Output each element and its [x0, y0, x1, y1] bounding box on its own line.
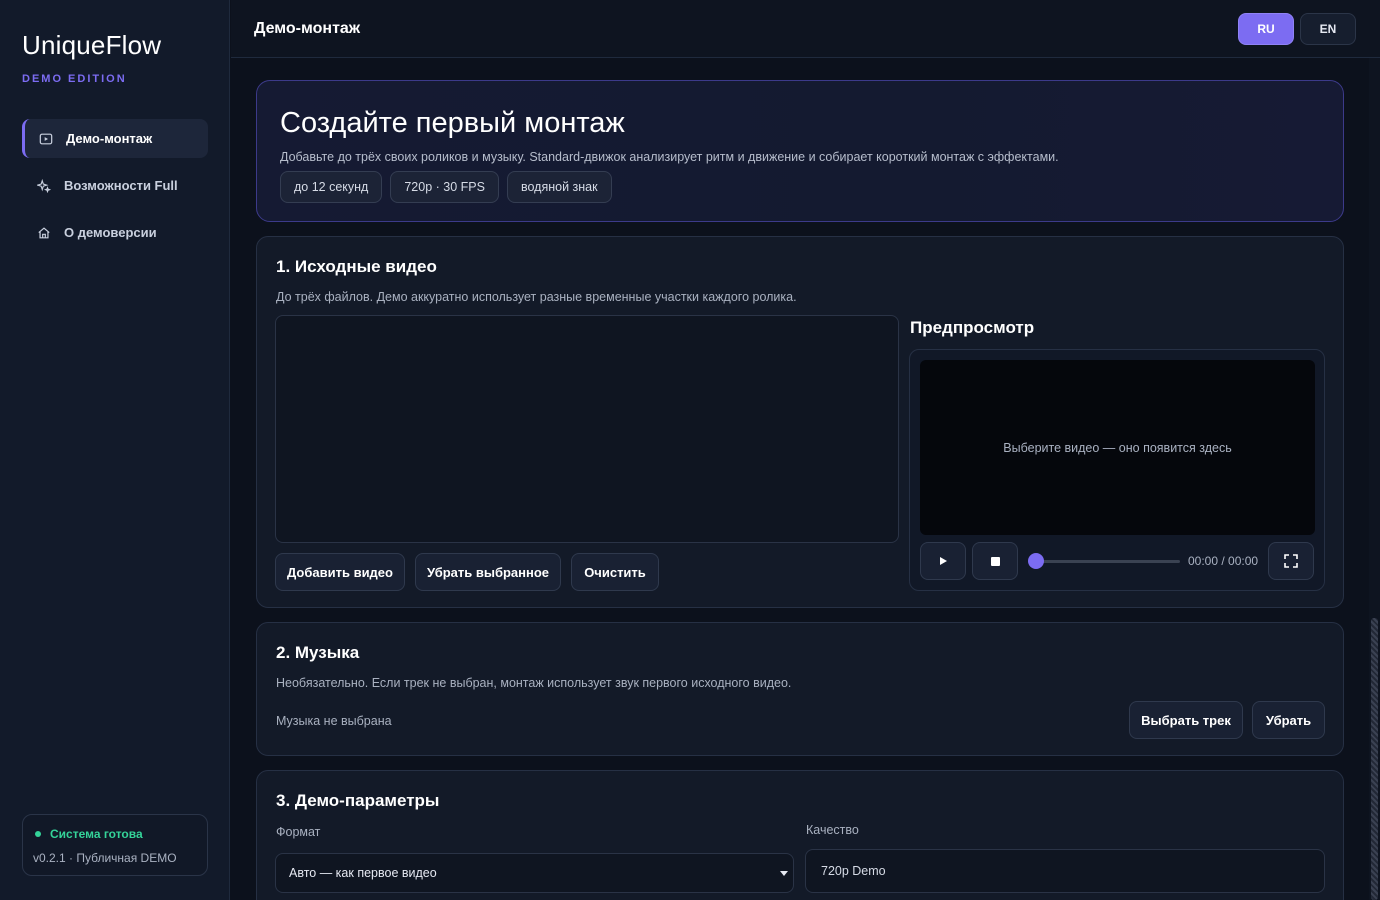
fullscreen-icon — [1284, 554, 1298, 568]
video-preview: Выберите видео — оно появится здесь 00:0… — [909, 349, 1325, 591]
stop-icon — [990, 556, 1000, 566]
choose-track-button[interactable]: Выбрать трек — [1129, 701, 1243, 739]
sidebar-item-label: Возможности Full — [64, 178, 178, 193]
sidebar-item-label: Демо-монтаж — [66, 131, 153, 146]
video-viewport[interactable]: Выберите видео — оно появится здесь — [920, 360, 1315, 535]
format-label: Формат — [276, 825, 321, 839]
hero-description: Добавьте до трёх своих роликов и музыку.… — [280, 150, 1059, 164]
system-status: Система готова — [33, 827, 197, 841]
sidebar-item-about-demo[interactable]: О демоверсии — [22, 213, 208, 252]
brand-edition: DEMO EDITION — [22, 73, 127, 85]
sidebar: UniqueFlow DEMO EDITION Демо-монтаж Возм… — [0, 0, 230, 900]
format-select[interactable]: Авто — как первое видео — [275, 853, 794, 893]
play-button[interactable] — [920, 542, 966, 580]
sidebar-item-demo-montage[interactable]: Демо-монтаж — [22, 119, 208, 158]
brand-name: UniqueFlow — [22, 30, 162, 60]
lang-en-button[interactable]: EN — [1300, 13, 1356, 45]
scrollbar-thumb[interactable] — [1371, 618, 1378, 900]
chip-resolution: 720p · 30 FPS — [390, 171, 499, 203]
format-value: Авто — как первое видео — [289, 866, 437, 880]
quality-field: 720p Demo — [805, 849, 1325, 893]
demo-params-card: 3. Демо-параметры Формат Авто — как перв… — [256, 770, 1344, 900]
demo-params-title: 3. Демо-параметры — [276, 791, 440, 810]
quality-label: Качество — [806, 823, 859, 837]
system-status-card: Система готова v0.2.1 · Публичная DEMO — [22, 814, 208, 876]
lang-ru-button[interactable]: RU — [1238, 13, 1294, 45]
music-description: Необязательно. Если трек не выбран, монт… — [276, 676, 792, 690]
music-status: Музыка не выбрана — [276, 714, 392, 728]
page-title: Демо-монтаж — [254, 20, 361, 37]
clear-button[interactable]: Очистить — [571, 553, 659, 591]
hero-chips: до 12 секунд 720p · 30 FPS водяной знак — [280, 171, 612, 203]
home-icon — [36, 225, 52, 241]
add-video-button[interactable]: Добавить видео — [275, 553, 405, 591]
remove-track-button[interactable]: Убрать — [1252, 701, 1325, 739]
preview-placeholder: Выберите видео — оно появится здесь — [1003, 440, 1232, 455]
sparkles-icon — [36, 178, 52, 194]
play-icon — [940, 557, 947, 565]
preview-title: Предпросмотр — [910, 318, 1035, 337]
hero-title: Создайте первый монтаж — [280, 107, 625, 139]
chevron-down-icon — [780, 871, 788, 876]
version-text: v0.2.1 · Публичная DEMO — [33, 851, 177, 865]
source-videos-title: 1. Исходные видео — [276, 257, 437, 276]
remove-selected-button[interactable]: Убрать выбранное — [415, 553, 561, 591]
source-videos-description: До трёх файлов. Демо аккуратно используе… — [276, 290, 797, 304]
hero-card: Создайте первый монтаж Добавьте до трёх … — [256, 80, 1344, 222]
video-list[interactable] — [275, 315, 899, 543]
sidebar-nav: Демо-монтаж Возможности Full О демоверси… — [22, 119, 208, 260]
brand: UniqueFlow DEMO EDITION — [22, 30, 161, 85]
chip-duration: до 12 секунд — [280, 171, 383, 203]
source-videos-card: 1. Исходные видео До трёх файлов. Демо а… — [256, 236, 1344, 608]
sidebar-item-label: О демоверсии — [64, 225, 157, 240]
system-status-text: Система готова — [50, 827, 143, 841]
seek-track[interactable] — [1028, 560, 1180, 563]
music-title: 2. Музыка — [276, 643, 360, 662]
sidebar-item-full-features[interactable]: Возможности Full — [22, 166, 208, 205]
time-display: 00:00 / 00:00 — [1188, 554, 1259, 568]
music-card: 2. Музыка Необязательно. Если трек не вы… — [256, 622, 1344, 756]
status-dot — [35, 831, 41, 837]
chip-watermark: водяной знак — [506, 171, 612, 203]
scrollbar[interactable] — [1369, 58, 1380, 900]
stop-button[interactable] — [972, 542, 1018, 580]
video-icon — [38, 131, 54, 147]
fullscreen-button[interactable] — [1268, 542, 1314, 580]
main-content: Создайте первый монтаж Добавьте до трёх … — [231, 58, 1369, 900]
seek-handle[interactable] — [1028, 553, 1044, 569]
topbar: Демо-монтаж RU EN — [231, 0, 1380, 58]
quality-value: 720p Demo — [821, 864, 886, 878]
